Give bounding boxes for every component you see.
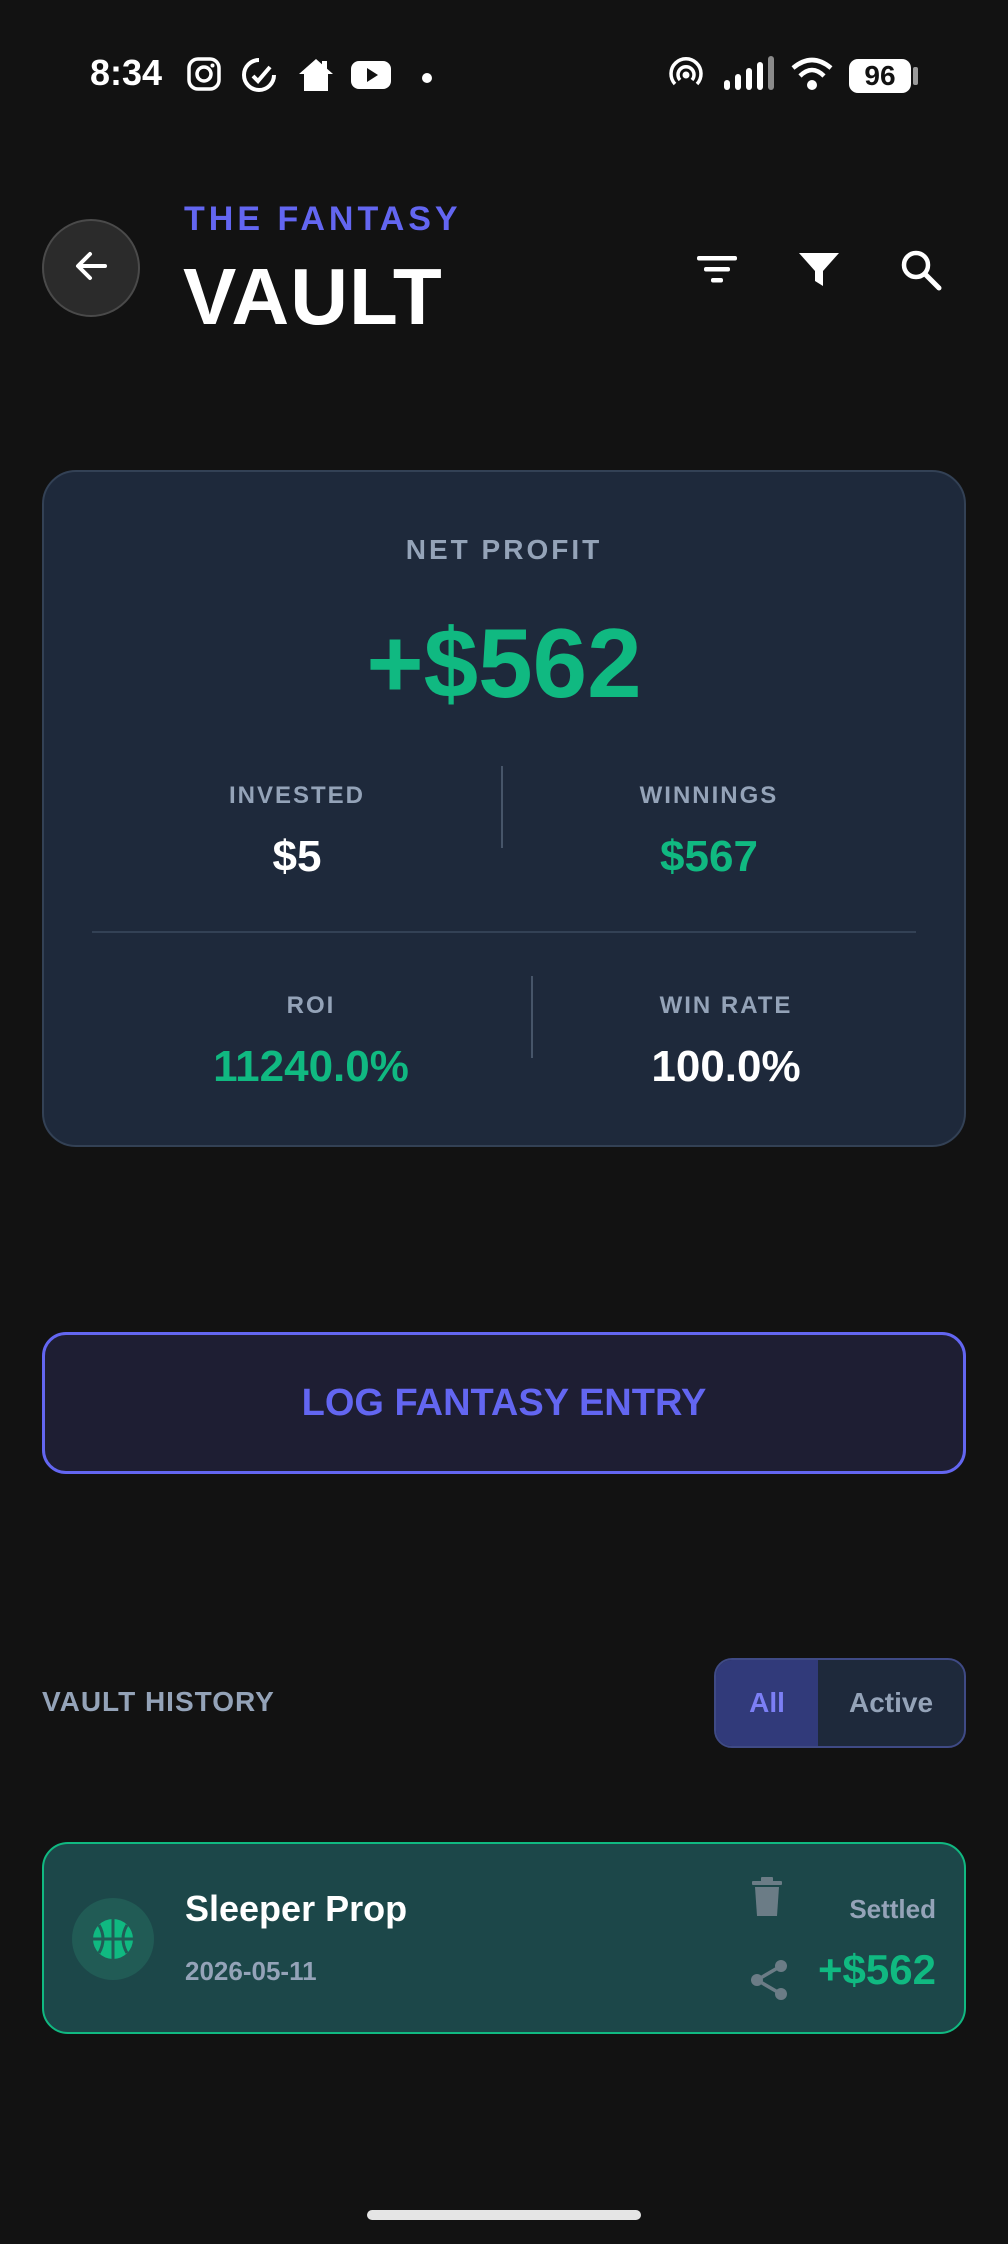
- filter-icon[interactable]: [797, 248, 841, 292]
- winnings-value: $567: [660, 832, 758, 881]
- winnings-label: WINNINGS: [639, 782, 779, 809]
- dot-icon: [422, 70, 432, 88]
- share-icon[interactable]: [748, 1958, 790, 2007]
- sync-icon: [240, 56, 278, 99]
- history-filter-toggle: All Active: [714, 1658, 966, 1748]
- stat-row-divider: [92, 931, 916, 933]
- youtube-icon: [350, 56, 392, 99]
- vault-history-title: VAULT HISTORY: [42, 1686, 275, 1717]
- stat-divider-top: [501, 766, 503, 848]
- invested-value: $5: [272, 832, 322, 881]
- signal-icon: [722, 56, 778, 97]
- log-fantasy-entry-button[interactable]: LOG FANTASY ENTRY: [42, 1332, 966, 1474]
- page-title: VAULT: [183, 252, 443, 341]
- search-icon[interactable]: [899, 248, 943, 292]
- basketball-icon: [72, 1898, 154, 1980]
- win-rate-value: 100.0%: [651, 1042, 801, 1091]
- sort-icon[interactable]: [695, 248, 739, 292]
- wifi-icon: [790, 56, 834, 97]
- filter-active-tab[interactable]: Active: [818, 1660, 964, 1746]
- net-profit-value: +$562: [366, 608, 642, 718]
- status-bar: 8:34 96: [0, 0, 1008, 150]
- back-button[interactable]: [42, 219, 140, 317]
- status-time: 8:34: [90, 52, 163, 93]
- entry-amount: +$562: [818, 1946, 936, 1993]
- home-indicator[interactable]: [367, 2210, 641, 2220]
- summary-card: NET PROFIT +$562 INVESTED $5 WINNINGS $5…: [42, 470, 966, 1147]
- battery-tip: [913, 67, 918, 85]
- battery-icon: 96: [849, 59, 911, 93]
- history-entry-card[interactable]: Sleeper Prop 2026-05-11 Settled +$562: [42, 1842, 966, 2034]
- entry-status: Settled: [849, 1894, 936, 1924]
- brand-subtitle: THE FANTASY: [184, 200, 462, 238]
- delete-icon[interactable]: [750, 1876, 784, 1923]
- roi-label: ROI: [286, 992, 336, 1019]
- stat-divider-bottom: [531, 976, 533, 1058]
- win-rate-label: WIN RATE: [659, 992, 793, 1019]
- hotspot-icon: [668, 56, 704, 97]
- net-profit-label: NET PROFIT: [405, 534, 603, 565]
- roi-value: 11240.0%: [213, 1042, 409, 1091]
- back-arrow-icon: [71, 246, 111, 291]
- filter-all-tab[interactable]: All: [716, 1660, 818, 1746]
- invested-label: INVESTED: [228, 782, 366, 809]
- entry-date: 2026-05-11: [185, 1956, 317, 1986]
- entry-title: Sleeper Prop: [185, 1888, 408, 1929]
- instagram-icon: [186, 56, 222, 97]
- home-icon: [296, 56, 336, 99]
